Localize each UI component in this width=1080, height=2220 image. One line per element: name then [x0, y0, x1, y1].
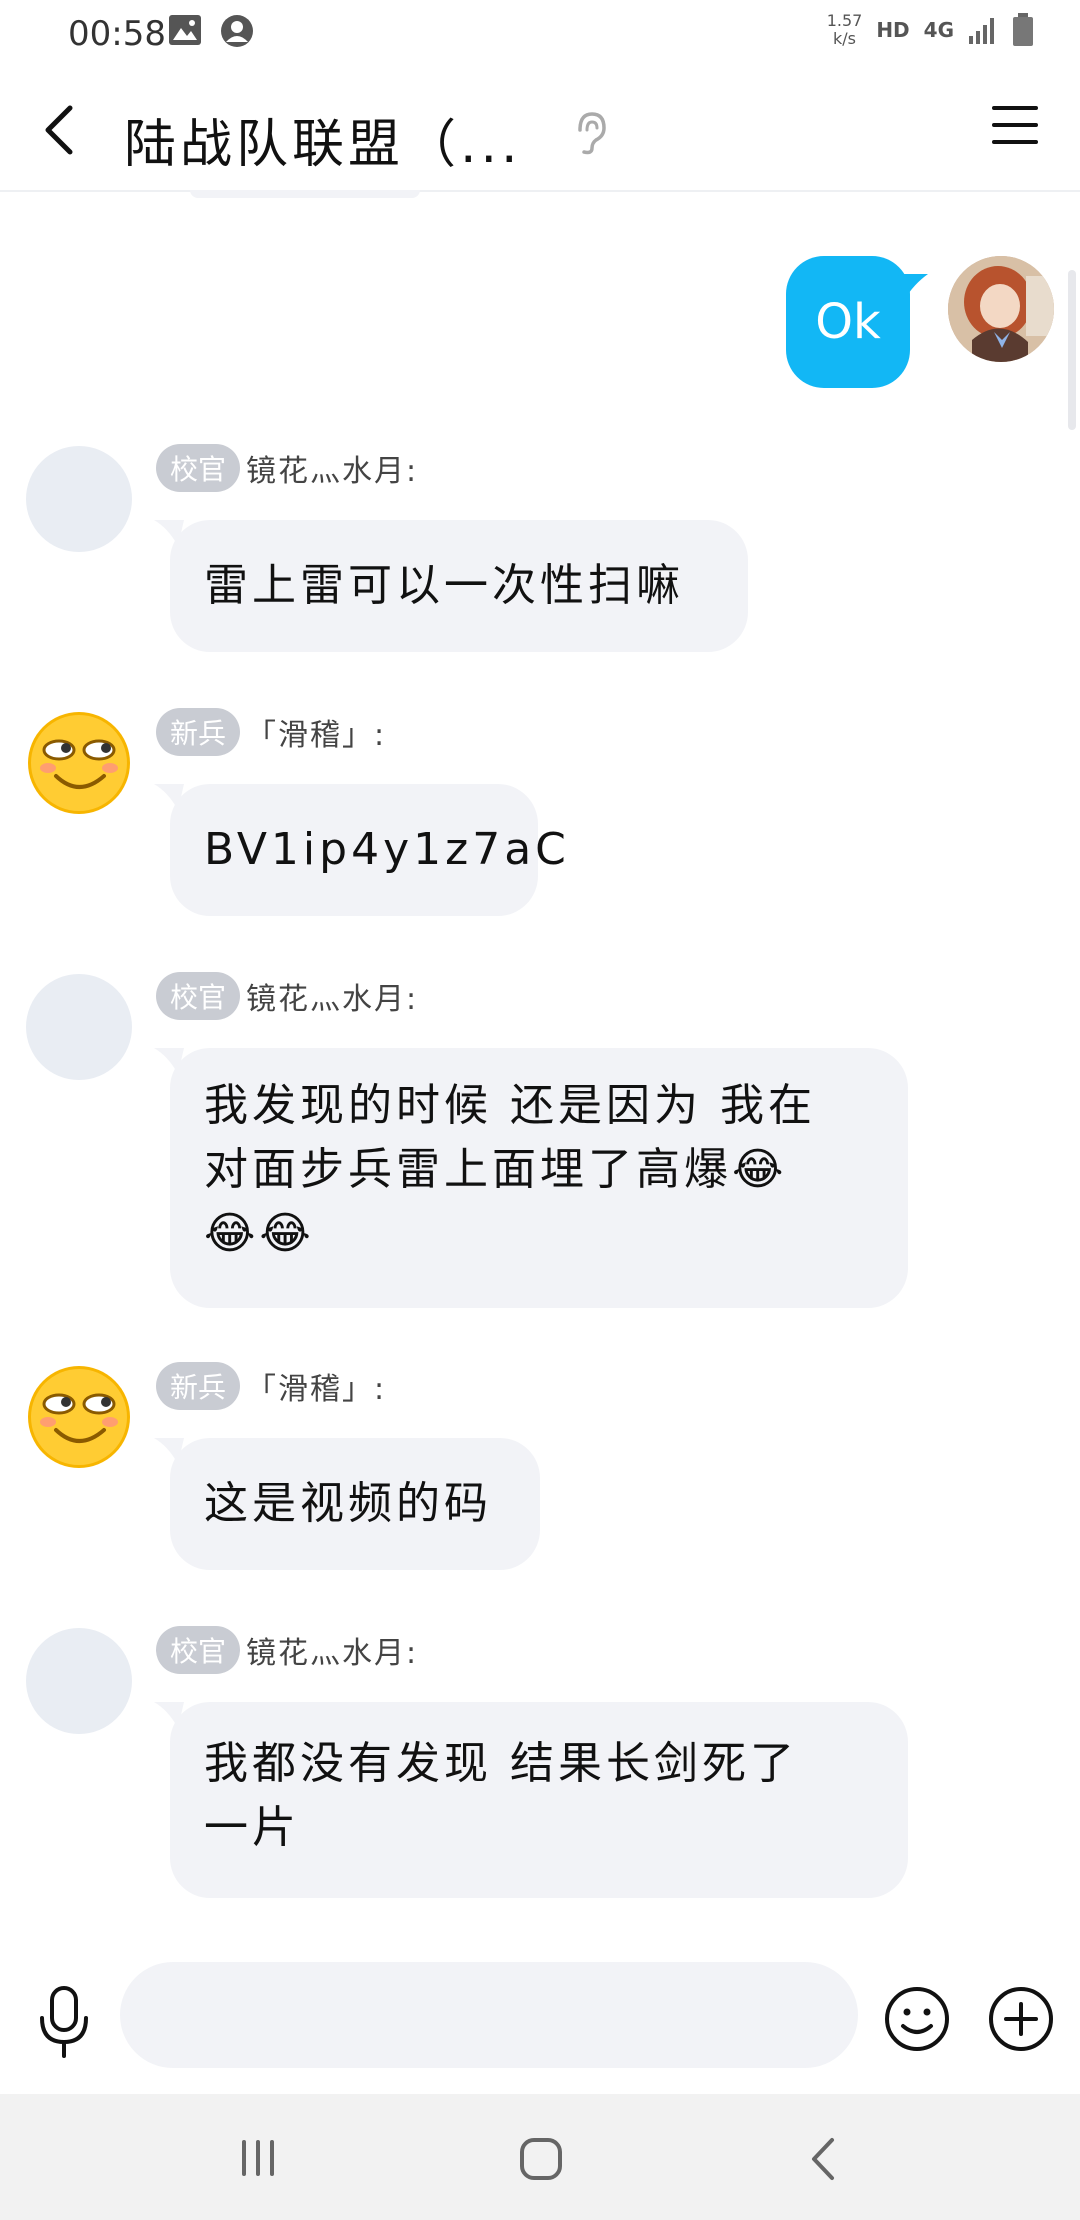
avatar[interactable] [26, 1364, 132, 1470]
nav-back-icon[interactable] [808, 2136, 838, 2182]
system-nav-bar [0, 2094, 1080, 2220]
message-line: 我都没有发现 结果长剑死了 [204, 1738, 798, 1789]
scrollbar[interactable] [1068, 270, 1076, 430]
plus-icon[interactable] [988, 1986, 1054, 2052]
chat-title[interactable]: 陆战队联盟（... [124, 102, 522, 177]
back-icon[interactable] [40, 100, 80, 160]
sender-line: 新兵 「滑稽」: [156, 1362, 386, 1410]
home-icon[interactable] [518, 2136, 564, 2182]
sender-name: 镜花灬水月: [246, 454, 419, 489]
smirk-emoji-icon [28, 1366, 130, 1468]
message-text: 这是视频的码 [204, 1478, 492, 1529]
account-icon [221, 15, 253, 47]
message-bubble[interactable]: 我都没有发现 结果长剑死了 一片 [170, 1702, 908, 1898]
status-bar: 00:58 1.57 k/s HD 4G [0, 0, 1080, 70]
net-speed: 1.57 k/s [826, 11, 863, 48]
message-text: Ok [815, 294, 881, 350]
self-message-bubble[interactable]: Ok [786, 256, 910, 388]
message-bubble[interactable]: BV1ip4y1z7aC [170, 784, 566, 916]
rank-badge: 校官 [156, 444, 241, 492]
status-time: 00:58 [68, 14, 166, 54]
sender-line: 新兵 「滑稽」: [156, 708, 386, 756]
message-line: 我发现的时候 还是因为 我在 [204, 1080, 816, 1131]
self-avatar[interactable] [948, 256, 1054, 362]
avatar[interactable] [26, 1628, 132, 1734]
previous-bubble-edge [190, 190, 420, 198]
message-bubble[interactable]: 这是视频的码 [170, 1438, 540, 1570]
ear-icon[interactable] [572, 110, 608, 156]
microphone-icon[interactable] [34, 1984, 94, 2060]
self-bubble-tail [898, 274, 928, 300]
message-line: 一片 [204, 1802, 300, 1853]
sender-line: 校官 镜花灬水月: [156, 972, 418, 1020]
sender-name: 「滑稽」: [246, 1372, 387, 1407]
sender-line: 校官 镜花灬水月: [156, 444, 418, 492]
avatar[interactable] [26, 974, 132, 1080]
title-bar: 陆战队联盟（... [0, 70, 1080, 192]
message-text: 雷上雷可以一次性扫嘛 [204, 560, 684, 611]
rank-badge: 校官 [156, 1626, 241, 1674]
emoji-icon[interactable] [884, 1986, 950, 2052]
sender-name: 「滑稽」: [246, 718, 387, 753]
network-type: 4G [923, 18, 954, 42]
avatar[interactable] [26, 446, 132, 552]
smirk-emoji-icon [28, 712, 130, 814]
menu-icon[interactable] [992, 104, 1038, 146]
signal-icon [969, 18, 994, 44]
rank-badge: 校官 [156, 972, 241, 1020]
sender-line: 校官 镜花灬水月: [156, 1626, 418, 1674]
message-list[interactable]: Ok 校官 镜花灬水月: 雷上雷可以一次性扫嘛 新兵 「滑稽」: BV1ip4y… [0, 190, 1080, 1960]
message-bubble[interactable]: 雷上雷可以一次性扫嘛 [170, 520, 748, 652]
sender-name: 镜花灬水月: [246, 1636, 419, 1671]
battery-icon [1013, 13, 1033, 46]
sender-name: 镜花灬水月: [246, 982, 419, 1017]
rank-badge: 新兵 [156, 1362, 241, 1410]
message-bubble[interactable]: 我发现的时候 还是因为 我在 对面步兵雷上面埋了高爆😂 😂😂 [170, 1048, 908, 1308]
rank-badge: 新兵 [156, 708, 241, 756]
avatar[interactable] [26, 710, 132, 816]
hd-indicator: HD [876, 18, 910, 42]
anime-avatar-image [948, 256, 1054, 362]
gallery-icon [169, 15, 201, 45]
message-line: 对面步兵雷上面埋了高爆😂 [204, 1144, 788, 1195]
recent-apps-icon[interactable] [238, 2138, 278, 2178]
message-text: BV1ip4y1z7aC [204, 824, 570, 875]
message-input[interactable] [120, 1962, 858, 2068]
message-line: 😂😂 [204, 1208, 315, 1259]
